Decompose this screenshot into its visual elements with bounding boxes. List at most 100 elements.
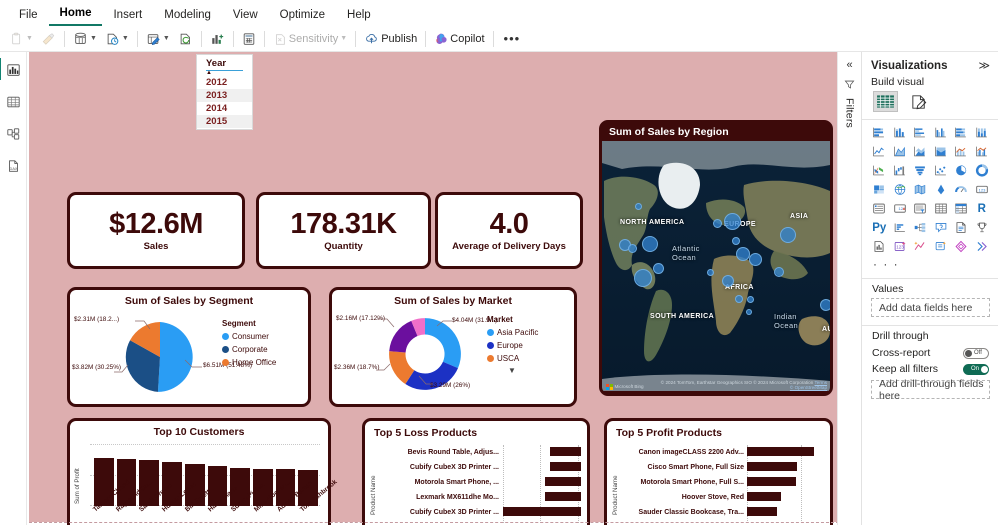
metrics-trophy-icon[interactable] [972,219,993,236]
menu-item-optimize[interactable]: Optimize [269,6,336,26]
map-bubble[interactable] [634,269,652,287]
visual-top-5-loss-products[interactable]: Top 5 Loss Products Product Name Bevis R… [362,418,590,525]
tab-format-visual[interactable] [907,91,932,112]
menu-item-view[interactable]: View [222,6,269,26]
map-bubble[interactable] [653,263,664,274]
decomposition-tree-icon[interactable] [910,219,931,236]
tab-build-visual[interactable] [873,91,898,112]
map-bubble[interactable] [713,219,722,228]
paste-caret-icon[interactable]: ▼ [26,35,33,42]
visual-top-10-customers[interactable]: Top 10 Customers Sum of Profit Tamara Ch… [67,418,339,525]
donut-chart-icon[interactable] [972,162,993,179]
menu-item-help[interactable]: Help [336,6,382,26]
100-percent-stacked-area-chart-icon[interactable] [931,143,952,160]
market-legend-item-asia-pacific[interactable]: Asia Pacific [487,328,538,337]
map-bubble[interactable] [780,227,796,243]
market-legend-item-usca[interactable]: USCA [487,354,538,363]
segment-legend-item-consumer[interactable]: Consumer [222,332,276,341]
sidebar-item-model-view[interactable] [2,124,24,143]
kpi-card-quantity[interactable]: 178.31K Quantity [256,192,431,269]
bar[interactable] [545,492,581,501]
year-slicer-item-2015[interactable]: 2015 [197,115,252,128]
clustered-bar-chart-icon[interactable] [910,124,931,141]
map-osm-link[interactable]: © OpenStreetMap [790,385,827,390]
format-painter-button[interactable] [37,28,60,50]
bar[interactable] [747,477,796,486]
report-canvas[interactable]: Year ▲ 2012 2013 2014 2015 $12.6M Sales … [29,52,837,525]
map-bubble[interactable] [724,213,741,230]
kpi-card-delivery-days[interactable]: 4.0 Average of Delivery Days [435,192,583,269]
multi-row-card-icon[interactable] [869,200,890,217]
map-icon[interactable] [890,181,911,198]
visual-top-5-profit-products[interactable]: Top 5 Profit Products Product Name Canon… [604,418,833,525]
segment-legend-item-home-office[interactable]: Home Office [222,358,276,367]
key-influencers-icon[interactable] [890,219,911,236]
bar[interactable] [545,477,581,486]
clustered-column-chart-icon[interactable] [931,124,952,141]
sidebar-item-report-view[interactable] [0,58,24,80]
more-commands-button[interactable]: ••• [498,31,527,46]
card-icon[interactable]: 123 [972,181,993,198]
funnel-chart-icon[interactable] [910,162,931,179]
map-bubble[interactable] [642,236,658,252]
r-script-visual-icon[interactable]: R [972,200,993,217]
transform-data-caret-icon[interactable]: ▼ [163,35,170,42]
area-chart-icon[interactable] [890,143,911,160]
bar[interactable] [747,492,781,501]
gauge-chart-icon[interactable] [951,181,972,198]
anomaly-detection-icon[interactable] [910,238,931,255]
bar[interactable] [550,462,581,471]
stacked-column-chart-icon[interactable] [890,124,911,141]
more-visuals-icon[interactable] [972,238,993,255]
segment-legend-item-corporate[interactable]: Corporate [222,345,276,354]
year-slicer-item-2014[interactable]: 2014 [197,102,252,115]
waterfall-chart-icon[interactable] [890,162,911,179]
transform-data-button[interactable]: ▼ [142,28,174,50]
values-dropzone[interactable]: Add data fields here [871,298,990,317]
shape-map-icon[interactable] [931,181,952,198]
keep-all-filters-toggle[interactable]: On [963,363,989,375]
paste-button[interactable]: ▼ [6,28,37,50]
bar[interactable] [550,447,581,456]
market-legend-scroll-down-icon[interactable]: ▼ [487,366,537,375]
bar[interactable] [747,507,777,516]
line-chart-icon[interactable] [869,143,890,160]
drill-through-dropzone[interactable]: Add drill-through fields here [871,378,990,402]
year-slicer-item-2012[interactable]: 2012 [197,76,252,89]
filters-pane-collapsed[interactable]: « Filters [837,52,861,525]
qna-visual-icon[interactable] [931,219,952,236]
get-data-caret-icon[interactable]: ▼ [90,35,97,42]
map-bubble[interactable] [628,244,637,253]
stacked-area-chart-icon[interactable] [910,143,931,160]
map-bubble[interactable] [736,247,750,261]
map-bubble[interactable] [732,237,740,245]
pie-chart-icon[interactable] [951,162,972,179]
publish-button[interactable]: Publish [360,28,421,50]
cross-report-toggle[interactable]: Off [963,347,989,359]
menu-item-home[interactable]: Home [48,4,103,26]
line-and-stacked-column-chart-icon[interactable] [951,143,972,160]
sensitivity-caret-icon[interactable]: ▼ [340,35,347,42]
table-icon[interactable] [931,200,952,217]
power-apps-visual-icon[interactable] [869,238,890,255]
azure-map-icon[interactable] [951,238,972,255]
matrix-icon[interactable] [951,200,972,217]
sensitivity-button[interactable]: Sensitivity ▼ [269,28,351,50]
filled-map-icon[interactable] [910,181,931,198]
map-bubble[interactable] [707,269,714,276]
stacked-bar-chart-icon[interactable] [869,124,890,141]
100-percent-stacked-column-chart-icon[interactable] [972,124,993,141]
map-bubble[interactable] [635,203,642,210]
100-percent-stacked-bar-chart-icon[interactable] [951,124,972,141]
visual-sales-by-market[interactable]: Sum of Sales by Market $2.16M (17.12%) $… [329,287,577,407]
menu-item-insert[interactable]: Insert [102,6,153,26]
sidebar-item-dax-query-view[interactable]: DAX [2,156,24,175]
recent-sources-caret-icon[interactable]: ▼ [122,35,129,42]
map-bubble[interactable] [774,267,784,277]
filter-funnel-icon[interactable] [844,79,855,90]
ribbon-chart-icon[interactable] [869,162,890,179]
slicer-icon[interactable] [910,200,931,217]
get-data-button[interactable]: ▼ [69,28,101,50]
visual-sales-by-region[interactable]: Sum of Sales by Region NORTH AMERICA SOU… [599,120,833,396]
bar[interactable] [503,507,581,516]
